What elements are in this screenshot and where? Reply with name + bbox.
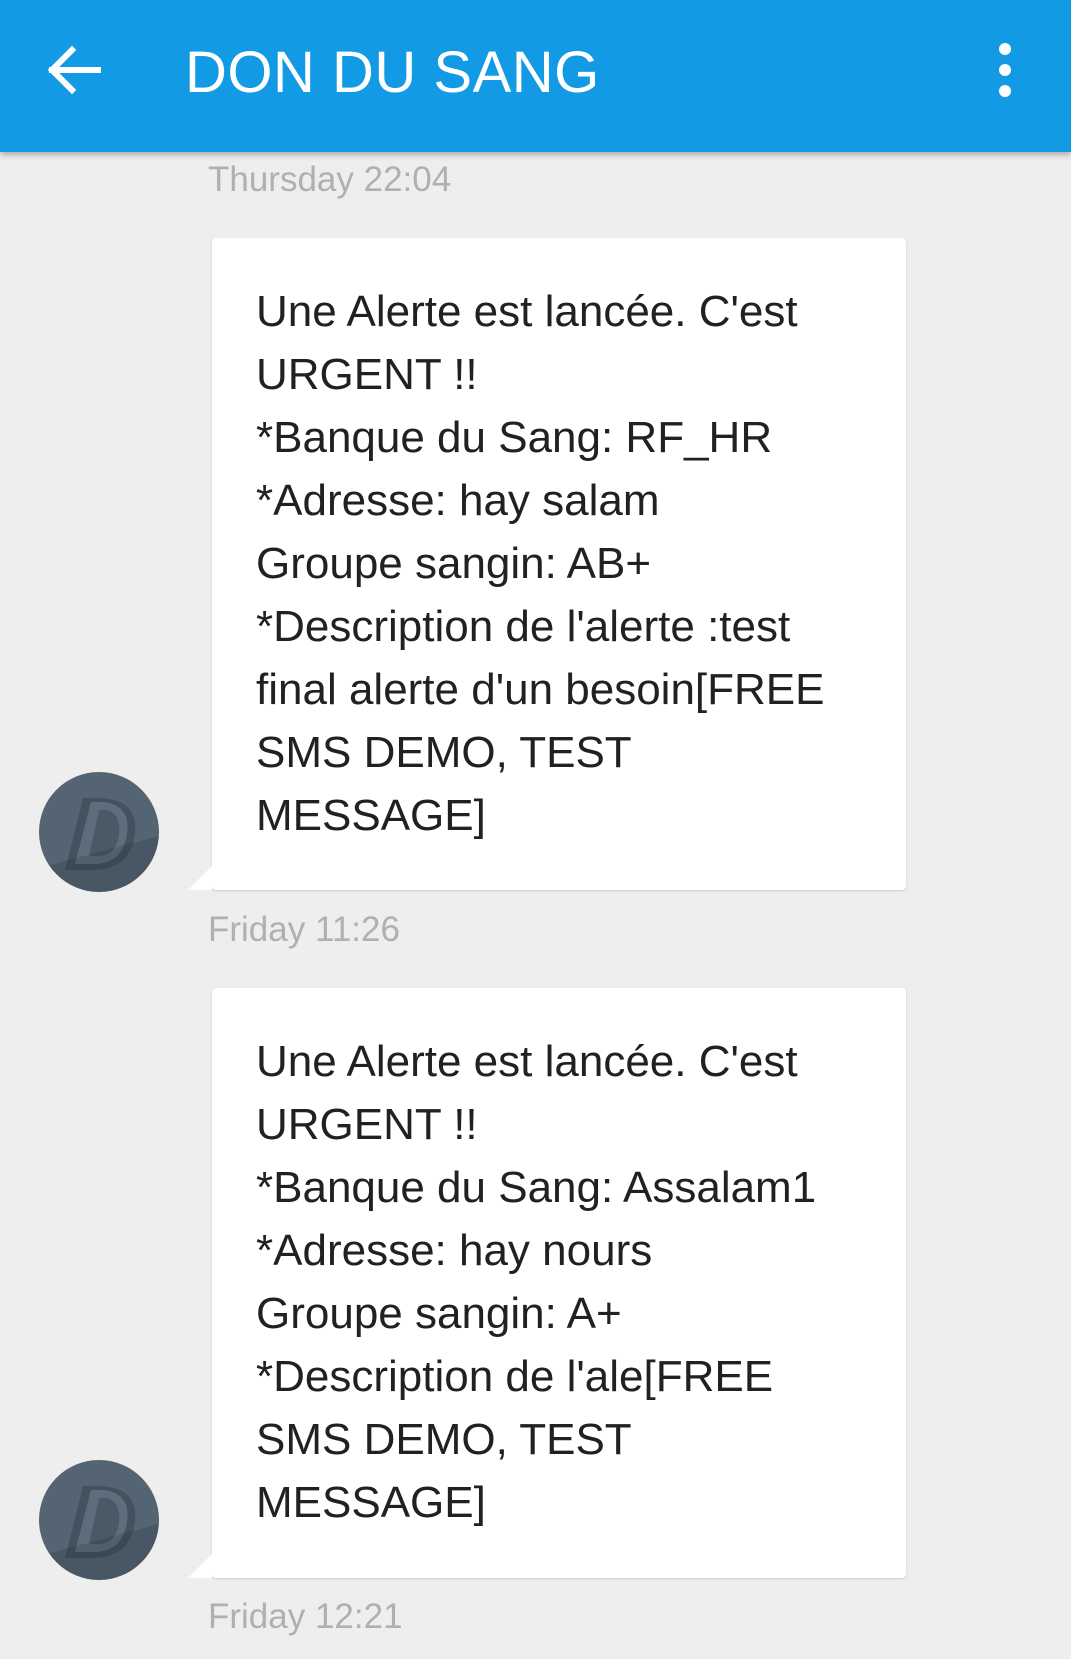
message-text: Une Alerte est lancée. C'est URGENT !! *… [256, 1037, 817, 1527]
contact-avatar[interactable]: D [39, 1460, 159, 1580]
message-timestamp: Thursday 22:04 [208, 160, 452, 199]
message-timestamp: Friday 11:26 [208, 910, 400, 949]
contact-avatar-image: D [39, 772, 159, 892]
message-bubble[interactable]: Une Alerte est lancée. C'est URGENT !! *… [212, 238, 906, 890]
contact-avatar[interactable]: D [39, 772, 159, 892]
contact-avatar-image: D [39, 1460, 159, 1580]
arrow-back-icon [47, 45, 101, 95]
more-vert-icon [999, 43, 1011, 97]
bubble-tail [188, 866, 212, 890]
more-options-button[interactable] [980, 36, 1030, 106]
back-button[interactable] [40, 36, 120, 106]
app-bar: DON DU SANG [0, 0, 1071, 152]
message-timestamp: Friday 12:21 [208, 1597, 403, 1636]
message-text: Une Alerte est lancée. C'est URGENT !! *… [256, 287, 825, 840]
bubble-tail [188, 1554, 212, 1578]
message-bubble[interactable]: Une Alerte est lancée. C'est URGENT !! *… [212, 988, 906, 1578]
conversation-title: DON DU SANG [185, 40, 600, 105]
